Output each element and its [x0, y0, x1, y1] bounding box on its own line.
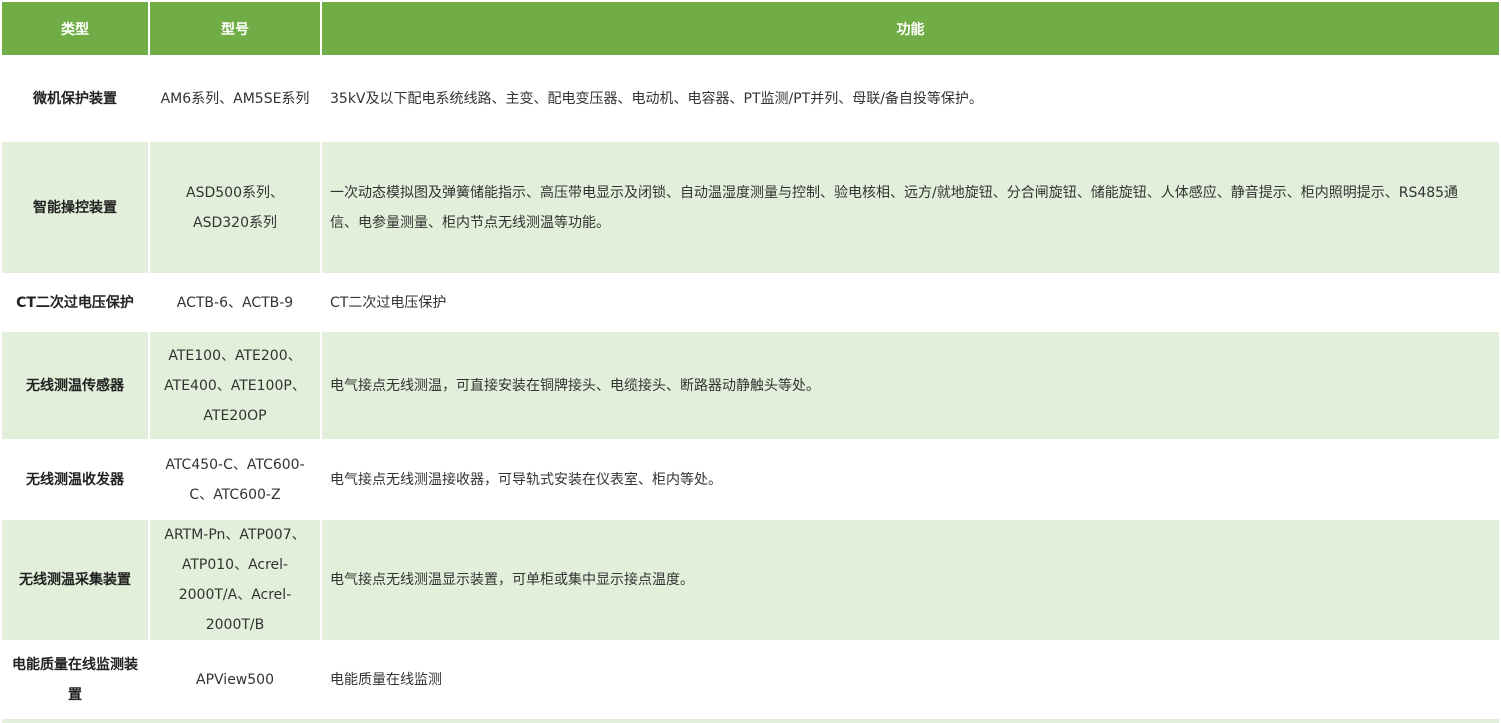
cell-model: ACTB-6、ACTB-9 [150, 275, 320, 330]
cell-function: 电气接点无线测温显示装置，可单柜或集中显示接点温度。 [322, 520, 1499, 640]
cell-type: 智能操控装置 [2, 142, 148, 273]
cell-function: 电气接点无线测温，可直接安装在铜牌接头、电缆接头、断路器动静触头等处。 [322, 332, 1499, 439]
cell-model: APView500 [150, 642, 320, 717]
cell-function: 35kV及以下配电系统线路、主变、配电变压器、电动机、电容器、PT监测/PT并列… [322, 57, 1499, 140]
cell-type: 电能质量在线监测装置 [2, 642, 148, 717]
cell-model: AM6系列、AM5SE系列 [150, 57, 320, 140]
cell-model: ATC450-C、ATC600-C、ATC600-Z [150, 441, 320, 518]
table-row: 微机保护装置 AM6系列、AM5SE系列 35kV及以下配电系统线路、主变、配电… [2, 57, 1499, 140]
table-header-row: 类型 型号 功能 [2, 2, 1499, 55]
cell-function: 一次动态模拟图及弹簧储能指示、高压带电显示及闭锁、自动温湿度测量与控制、验电核相… [322, 142, 1499, 273]
cell-model: ARTM-Pn、ATP007、ATP010、Acrel-2000T/A、Acre… [150, 520, 320, 640]
table-bottom-divider [2, 719, 1499, 723]
table-row: 电能质量在线监测装置 APView500 电能质量在线监测 [2, 642, 1499, 717]
header-function: 功能 [322, 2, 1499, 55]
table-row: 无线测温收发器 ATC450-C、ATC600-C、ATC600-Z 电气接点无… [2, 441, 1499, 518]
cell-model: ASD500系列、ASD320系列 [150, 142, 320, 273]
product-table: 类型 型号 功能 微机保护装置 AM6系列、AM5SE系列 35kV及以下配电系… [0, 0, 1501, 719]
cell-type: 无线测温采集装置 [2, 520, 148, 640]
cell-type: 无线测温传感器 [2, 332, 148, 439]
cell-type: 微机保护装置 [2, 57, 148, 140]
header-model: 型号 [150, 2, 320, 55]
cell-function: 电能质量在线监测 [322, 642, 1499, 717]
table-row: 无线测温采集装置 ARTM-Pn、ATP007、ATP010、Acrel-200… [2, 520, 1499, 640]
cell-function: 电气接点无线测温接收器，可导轨式安装在仪表室、柜内等处。 [322, 441, 1499, 518]
cell-function: CT二次过电压保护 [322, 275, 1499, 330]
table-row: CT二次过电压保护 ACTB-6、ACTB-9 CT二次过电压保护 [2, 275, 1499, 330]
cell-type: 无线测温收发器 [2, 441, 148, 518]
header-type: 类型 [2, 2, 148, 55]
table-row: 智能操控装置 ASD500系列、ASD320系列 一次动态模拟图及弹簧储能指示、… [2, 142, 1499, 273]
cell-type: CT二次过电压保护 [2, 275, 148, 330]
cell-model: ATE100、ATE200、ATE400、ATE100P、ATE20OP [150, 332, 320, 439]
table-row: 无线测温传感器 ATE100、ATE200、ATE400、ATE100P、ATE… [2, 332, 1499, 439]
